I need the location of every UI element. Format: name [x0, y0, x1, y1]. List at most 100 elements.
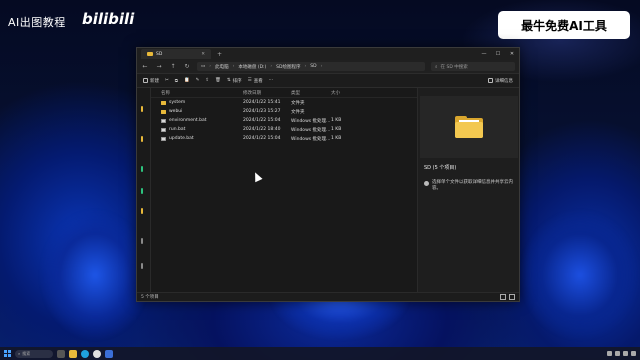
- file-row[interactable]: system 2024/1/22 15:41 文件夹: [151, 98, 417, 107]
- tray-icon[interactable]: [623, 351, 628, 356]
- file-size: 1 KB: [331, 118, 342, 123]
- tray-icon[interactable]: [607, 351, 612, 356]
- file-name: environment.bat: [169, 118, 207, 123]
- breadcrumb-item[interactable]: SD: [310, 64, 316, 69]
- folder-icon: [161, 100, 166, 105]
- tray-icon[interactable]: [631, 351, 636, 356]
- address-bar[interactable]: ▭ › 此电脑 › 本地磁盘 (D:) › SD绘图程序 › SD ›: [197, 62, 425, 71]
- file-row[interactable]: update.bat 2024/1/22 15:04 Windows 批处理..…: [151, 134, 417, 143]
- cut-icon[interactable]: ✂: [165, 78, 169, 83]
- tab-label: SD: [156, 51, 163, 57]
- chrome-browser-icon[interactable]: [93, 349, 101, 358]
- monitor-icon: ▭: [201, 64, 206, 69]
- sort-button[interactable]: ⇅ 排序: [227, 78, 242, 84]
- sidebar-item-icon[interactable]: [141, 136, 143, 142]
- navigation-bar: ← → ↑ ↻ ▭ › 此电脑 › 本地磁盘 (D:) › SD绘图程序 › S…: [137, 60, 519, 74]
- item-count: 5 个项目: [141, 295, 159, 300]
- file-type: Windows 批处理...: [291, 118, 331, 124]
- close-tab-icon[interactable]: ✕: [201, 52, 205, 57]
- paste-icon[interactable]: 📋: [184, 78, 190, 83]
- tray-icon[interactable]: [615, 351, 620, 356]
- more-options-icon[interactable]: ···: [269, 78, 273, 83]
- minimize-icon[interactable]: —: [477, 48, 491, 60]
- search-icon: ⌕: [18, 351, 21, 356]
- batch-file-icon: [161, 127, 166, 132]
- column-type[interactable]: 类型: [291, 90, 331, 96]
- copy-icon[interactable]: ⧉: [175, 78, 178, 84]
- search-input[interactable]: ⌕ 在 SD 中搜索: [431, 62, 515, 71]
- file-row[interactable]: environment.bat 2024/1/22 15:04 Windows …: [151, 116, 417, 125]
- folder-thumbnail: [420, 96, 518, 158]
- edge-browser-icon[interactable]: [81, 349, 89, 358]
- file-size: 1 KB: [331, 136, 342, 141]
- new-button[interactable]: 新建: [143, 78, 159, 84]
- window-controls: — ☐ ✕: [477, 48, 519, 60]
- start-button[interactable]: [4, 350, 11, 357]
- preview-pane: SD (5 个项目) 选择单个文件以获取详细信息并共享云内容。: [417, 88, 519, 292]
- view-button[interactable]: ☰ 查看: [248, 78, 263, 84]
- file-date: 2024/1/22 15:04: [243, 136, 281, 141]
- file-name: update.bat: [169, 136, 194, 141]
- tiles-view-icon[interactable]: [509, 294, 515, 300]
- batch-file-icon: [161, 118, 166, 123]
- back-arrow-icon[interactable]: ←: [141, 63, 149, 70]
- promo-badge: 最牛免费AI工具: [498, 11, 630, 39]
- file-type: Windows 批处理...: [291, 136, 331, 142]
- column-headers: 名称 修改日期 类型 大小: [151, 88, 417, 98]
- sidebar-item-icon[interactable]: [141, 188, 143, 194]
- breadcrumb-item[interactable]: SD绘图程序: [276, 64, 300, 70]
- plus-circle-icon: [143, 78, 148, 83]
- task-view-icon[interactable]: [57, 349, 65, 358]
- file-row[interactable]: webui 2024/1/23 15:27 文件夹: [151, 107, 417, 116]
- batch-file-icon: [161, 136, 166, 141]
- navigation-pane[interactable]: [137, 88, 151, 292]
- folder-icon: [161, 109, 166, 114]
- new-label: 新建: [150, 78, 159, 84]
- up-arrow-icon[interactable]: ↑: [169, 63, 177, 70]
- share-icon[interactable]: ⇪: [205, 78, 209, 83]
- taskbar-search-label: 搜索: [22, 350, 31, 356]
- sidebar-item-icon[interactable]: [141, 263, 143, 269]
- sidebar-item-icon[interactable]: [141, 238, 143, 244]
- sidebar-item-icon[interactable]: [141, 106, 143, 112]
- file-type: Windows 批处理...: [291, 127, 331, 133]
- breadcrumb-item[interactable]: 此电脑: [215, 64, 229, 70]
- store-icon[interactable]: [105, 349, 113, 358]
- column-name[interactable]: 名称: [161, 90, 243, 96]
- maximize-icon[interactable]: ☐: [491, 48, 505, 60]
- sidebar-item-icon[interactable]: [141, 166, 143, 172]
- search-icon: ⌕: [435, 64, 438, 70]
- file-explorer-window: SD ✕ + — ☐ ✕ ← → ↑ ↻ ▭ › 此电脑 › 本地磁盘 (D:)…: [136, 47, 520, 302]
- column-date[interactable]: 修改日期: [243, 90, 291, 96]
- bilibili-logo: bilibili: [82, 10, 135, 28]
- details-pane-button[interactable]: 详细信息: [488, 78, 513, 84]
- tab-sd[interactable]: SD ✕: [141, 49, 211, 59]
- forward-arrow-icon[interactable]: →: [155, 63, 163, 70]
- wallpaper-bloom: [40, 210, 150, 340]
- info-icon: [424, 181, 429, 186]
- breadcrumb-item[interactable]: 本地磁盘 (D:): [238, 64, 266, 70]
- title-bar: SD ✕ + — ☐ ✕: [137, 48, 519, 60]
- add-tab-icon[interactable]: +: [217, 51, 222, 58]
- details-pane-icon: [488, 78, 493, 83]
- view-toggle: [500, 294, 515, 300]
- rename-icon[interactable]: ✎: [196, 78, 200, 83]
- column-size[interactable]: 大小: [331, 90, 351, 96]
- file-size: 1 KB: [331, 127, 342, 132]
- file-row[interactable]: run.bat 2024/1/22 18:40 Windows 批处理... 1…: [151, 125, 417, 134]
- view-icon: ☰: [247, 78, 252, 83]
- file-list: 名称 修改日期 类型 大小 system 2024/1/22 15:41 文件夹…: [151, 88, 417, 292]
- close-window-icon[interactable]: ✕: [505, 48, 519, 60]
- delete-icon[interactable]: 🗑: [215, 78, 221, 83]
- sidebar-item-icon[interactable]: [141, 208, 143, 214]
- file-name: system: [169, 100, 186, 105]
- file-name: run.bat: [169, 127, 186, 132]
- explorer-body: 名称 修改日期 类型 大小 system 2024/1/22 15:41 文件夹…: [137, 88, 519, 292]
- details-view-icon[interactable]: [500, 294, 506, 300]
- preview-title: SD (5 个项目): [424, 165, 457, 171]
- taskbar-search[interactable]: ⌕ 搜索: [15, 349, 53, 358]
- file-explorer-taskbar-icon[interactable]: [69, 349, 77, 358]
- view-label: 查看: [253, 78, 263, 84]
- refresh-icon[interactable]: ↻: [183, 63, 191, 70]
- sort-icon: ⇅: [226, 78, 231, 83]
